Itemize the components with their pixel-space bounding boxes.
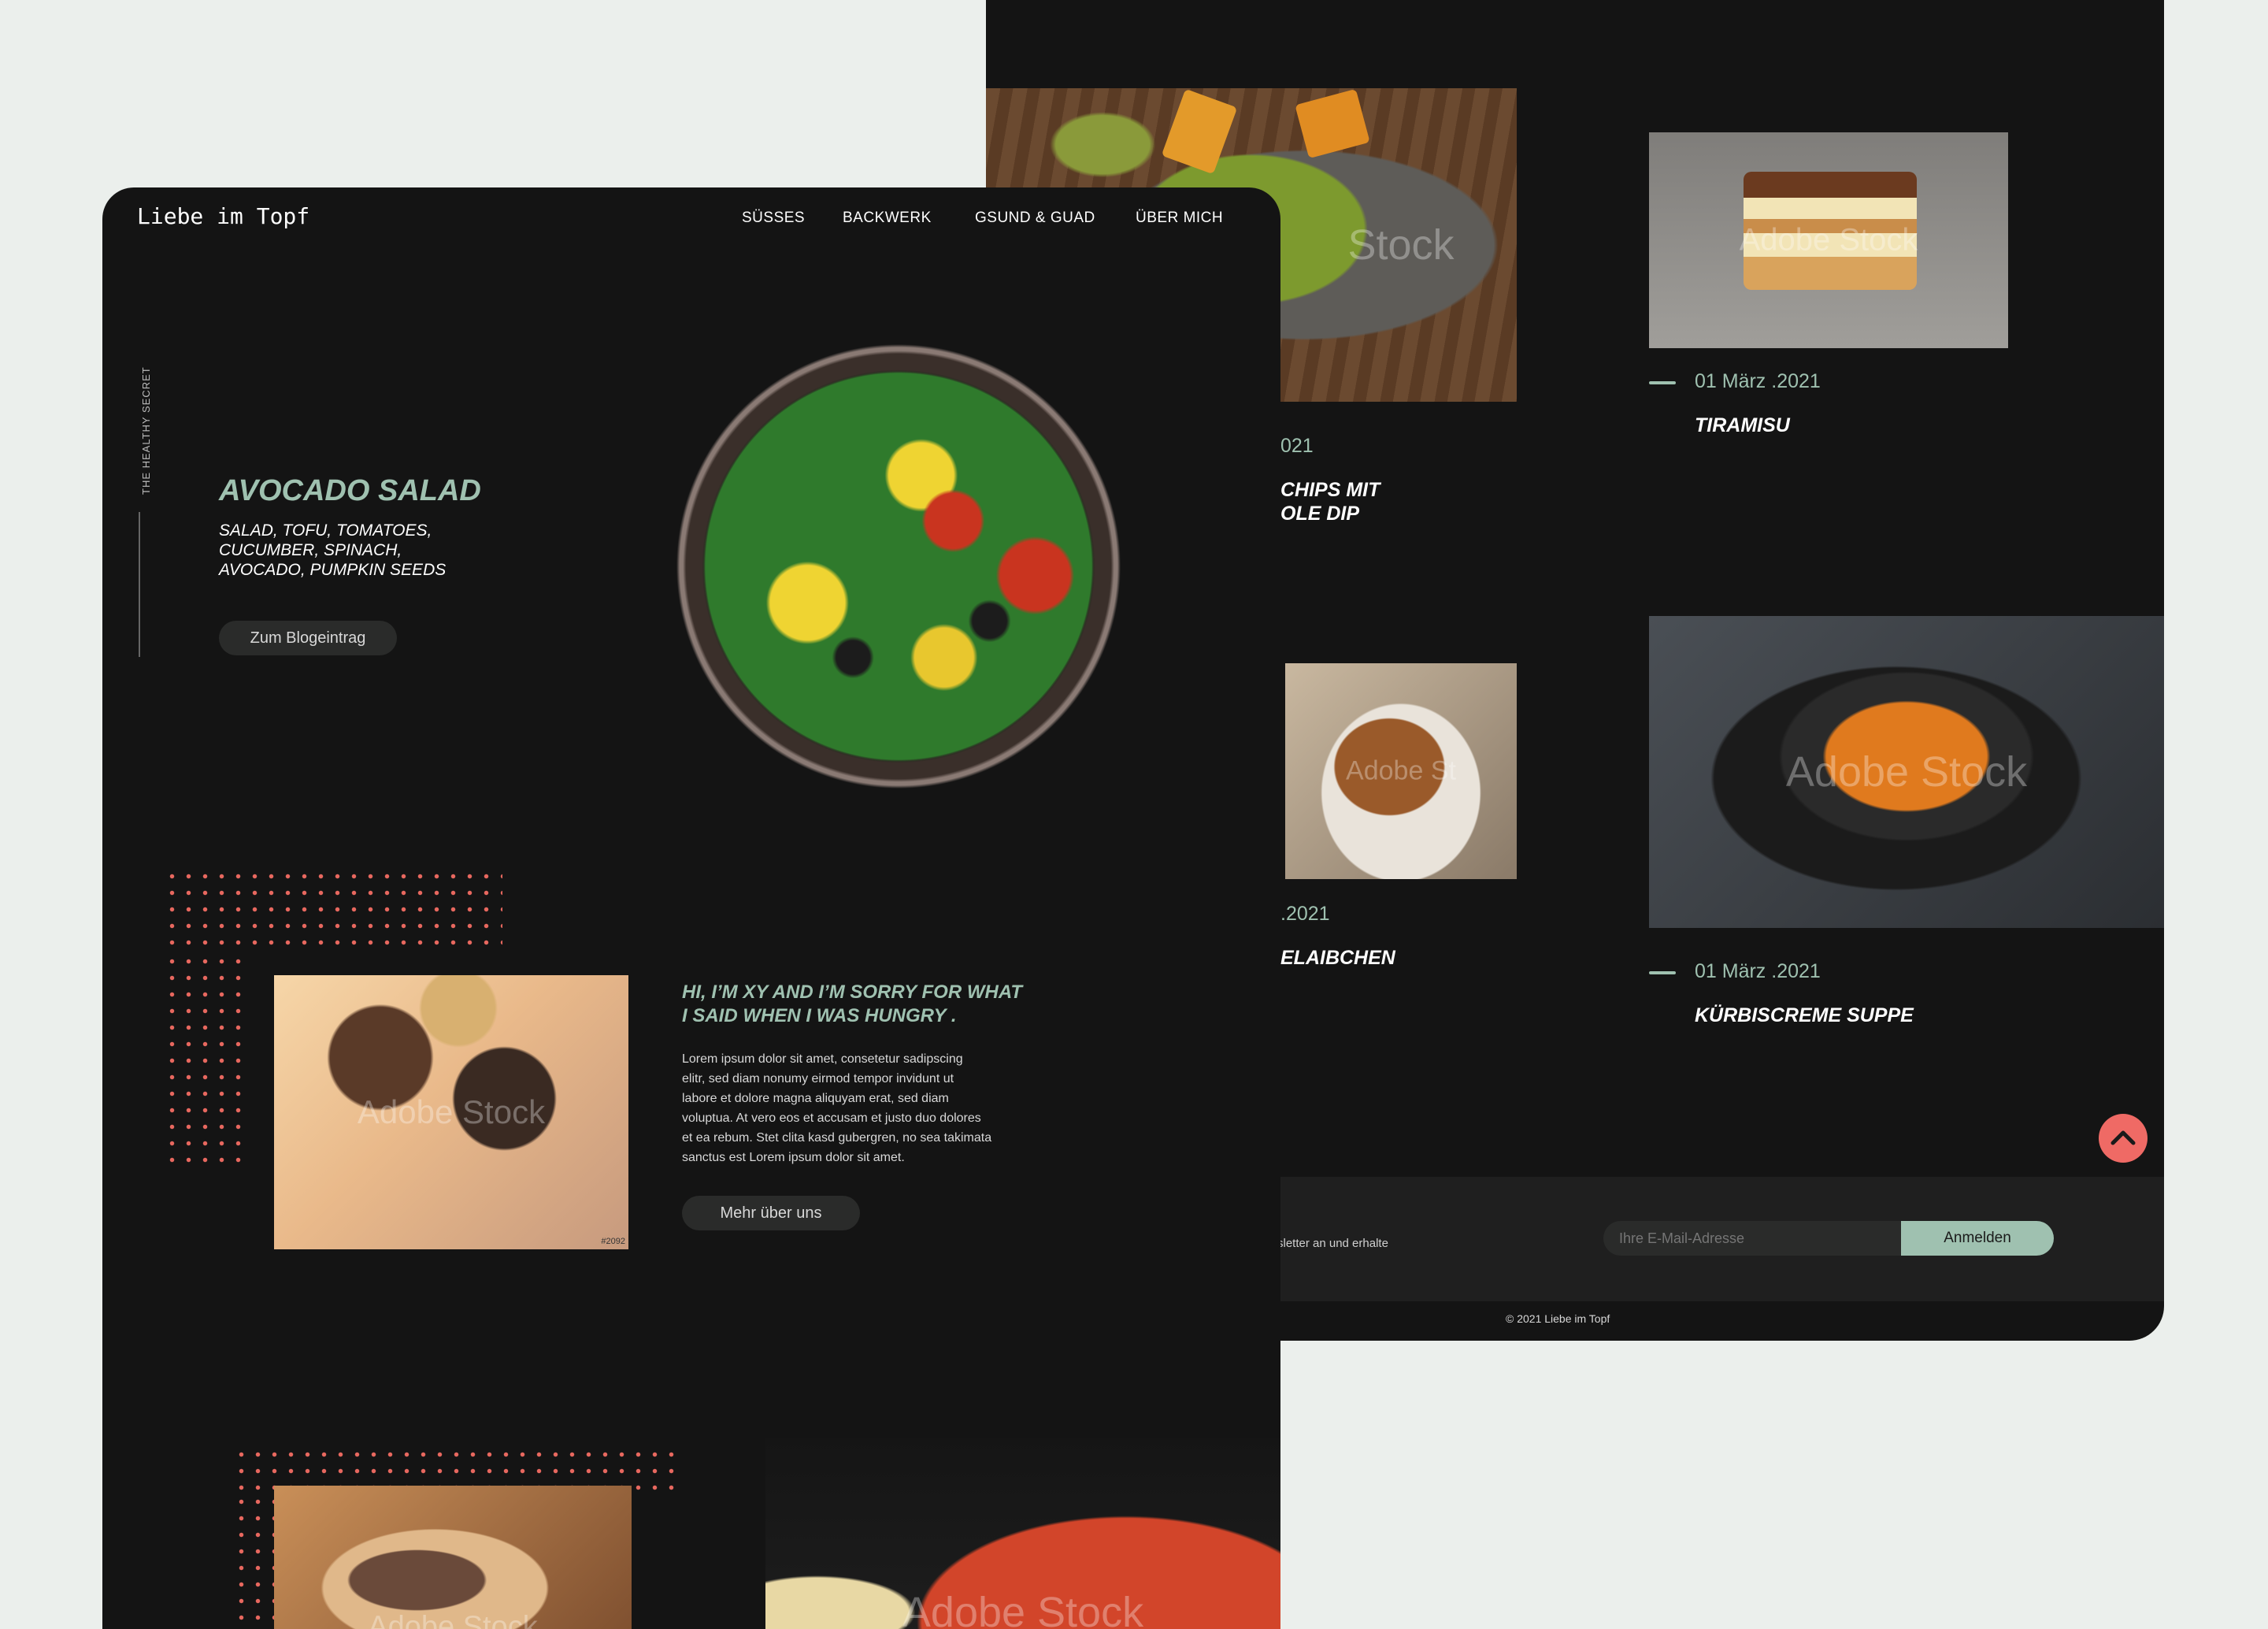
decorative-dot-grid [164,868,502,953]
about-body-line: elitr, sed diam nonumy eirmod tempor inv… [682,1069,991,1089]
wrap-image: Adobe Stock [274,1486,632,1629]
post-date-dash [1649,381,1676,384]
about-body-line: et ea rebum. Stet clita kasd gubergren, … [682,1128,991,1148]
post-title[interactable]: KÜRBISCREME SUPPE [1695,1004,1914,1027]
post-date-dash [1649,971,1676,974]
post-date: 01 März .2021 [1695,960,1821,983]
image-watermark: Adobe Stock [274,1093,628,1131]
about-photo: Adobe Stock #2092 [274,975,628,1249]
front-page-screen: Liebe im Topf SÜSSES BACKWERK GSUND & GU… [102,187,1280,1629]
pasta-image: Adobe Stock [765,1438,1280,1629]
newsletter-text: sletter an und erhalte [1277,1237,1388,1250]
nav-link-ueber-mich[interactable]: ÜBER MICH [1136,210,1223,227]
post-image-tiramisu[interactable]: Adobe Stock [1649,132,2008,348]
post-title[interactable]: TIRAMISU [1695,414,1790,437]
nav-link-backwerk[interactable]: BACKWERK [843,210,932,227]
about-heading: I SAID WHEN I WAS HUNGRY . [682,1005,956,1027]
copyright: © 2021 Liebe im Topf [1506,1312,1610,1325]
image-watermark: Adobe St [1285,756,1517,787]
post-title[interactable]: ELAIBCHEN [1280,947,1395,970]
nav-link-gsund-guad[interactable]: GSUND & GUAD [975,210,1095,227]
post-image-laibchen[interactable]: Adobe St [1285,663,1517,879]
post-image-soup[interactable]: Adobe Stock [1649,616,2164,928]
hero-ingredients: AVOCADO, PUMPKIN SEEDS [219,561,446,580]
hero-ingredients: CUCUMBER, SPINACH, [219,541,402,560]
decorative-dot-grid [233,1494,274,1629]
email-input[interactable] [1603,1221,1906,1256]
subscribe-button[interactable]: Anmelden [1901,1221,2054,1256]
decorative-dot-grid [164,953,250,1167]
guacamole-chip [1295,89,1369,158]
post-title[interactable]: CHIPS MIT [1280,479,1380,502]
guacamole-chip [1162,89,1238,175]
hero-salad-image [671,339,1126,794]
side-label: THE HEALTHY SECRET [140,361,152,495]
post-date: 01 März .2021 [1695,370,1821,393]
about-body-line: labore et dolore magna aliquyam erat, se… [682,1089,991,1108]
hero-title: AVOCADO SALAD [219,474,481,508]
about-body-line: sanctus est Lorem ipsum dolor sit amet. [682,1148,991,1167]
post-date: 021 [1280,435,1314,458]
scroll-top-button[interactable] [2099,1114,2148,1163]
more-about-us-button[interactable]: Mehr über uns [682,1196,860,1230]
post-title[interactable]: OLE DIP [1280,503,1359,525]
about-body: Lorem ipsum dolor sit amet, consetetur s… [682,1049,991,1167]
about-heading: HI, I’M XY AND I’M SORRY FOR WHAT [682,981,1022,1004]
hero-ingredients: SALAD, TOFU, TOMATOES, [219,521,432,540]
site-logo[interactable]: Liebe im Topf [137,203,309,229]
image-watermark: Adobe Stock [1649,748,2164,796]
side-divider [139,512,140,657]
about-body-line: voluptua. At vero eos et accusam et just… [682,1108,991,1128]
post-date: .2021 [1280,903,1330,926]
image-watermark: Adobe Stock [765,1588,1280,1629]
about-body-line: Lorem ipsum dolor sit amet, consetetur s… [682,1049,991,1069]
nav-link-suesses[interactable]: SÜSSES [742,210,805,227]
photo-id: #2092 [601,1237,625,1246]
blog-post-button[interactable]: Zum Blogeintrag [219,621,397,655]
chevron-up-icon [2099,1114,2148,1163]
image-watermark: Adobe Stock [274,1611,632,1629]
image-watermark: Adobe Stock [1649,223,2008,258]
image-watermark: Stock [1285,221,1517,269]
